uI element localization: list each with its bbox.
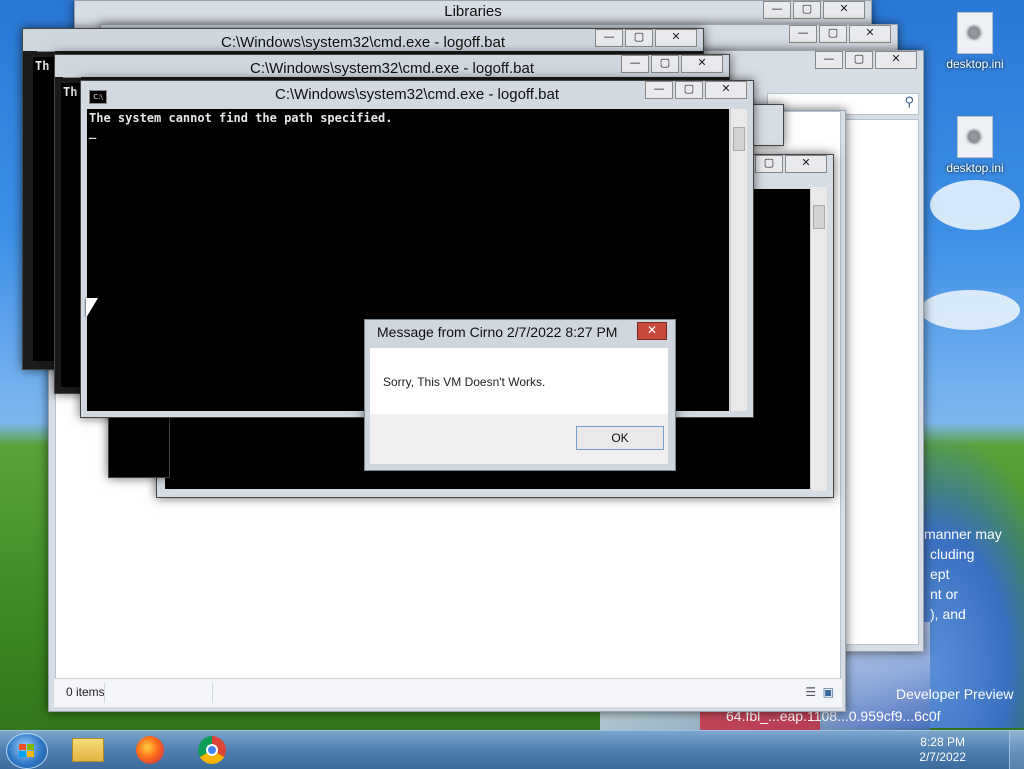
status-divider (104, 683, 105, 703)
close-button[interactable]: ✕ (785, 155, 827, 173)
mouse-pointer-icon (86, 298, 98, 318)
close-button[interactable]: ✕ (681, 55, 723, 73)
taskbar-chrome[interactable] (192, 733, 232, 767)
search-icon: ⚲ (904, 95, 914, 110)
folder-icon (72, 738, 104, 762)
cloud-shape (920, 290, 1020, 330)
maximize-button[interactable]: ▢ (625, 29, 653, 47)
windows-logo-icon (19, 744, 35, 758)
window-controls: — ▢ ✕ (789, 25, 891, 45)
desktop-icon-ini[interactable]: desktop.ini (940, 116, 1010, 175)
details-view-icon[interactable]: ☰ (805, 685, 816, 699)
scroll-thumb[interactable] (813, 205, 825, 229)
taskbar: 8:28 PM 2/7/2022 (0, 730, 1024, 769)
preview-view-icon[interactable]: ▣ (823, 685, 834, 699)
dialog-message: Sorry, This VM Doesn't Works. (383, 375, 546, 389)
window-controls: ▢ ✕ (755, 155, 827, 175)
taskbar-firefox[interactable] (130, 733, 170, 767)
maximize-button[interactable]: ▢ (793, 1, 821, 19)
maximize-button[interactable]: ▢ (675, 81, 703, 99)
close-button[interactable]: ✕ (823, 1, 865, 19)
console-line: The system cannot find the path specifie… (89, 111, 393, 125)
watermark-line: cluding (930, 546, 975, 562)
window-controls: — ▢ ✕ (763, 1, 865, 21)
item-count: 0 items (66, 685, 105, 699)
minimize-button[interactable]: — (789, 25, 817, 43)
status-divider (212, 683, 213, 703)
window-controls: — ▢ ✕ (815, 51, 917, 71)
scroll-thumb[interactable] (733, 127, 745, 151)
settings-file-icon (957, 12, 993, 54)
maximize-button[interactable]: ▢ (755, 155, 783, 173)
watermark-build-line: Developer Preview (896, 686, 1014, 702)
desktop-icon-label: desktop.ini (946, 57, 1004, 71)
cloud-shape (930, 180, 1020, 230)
taskbar-file-explorer[interactable] (68, 733, 108, 767)
show-desktop-button[interactable] (1009, 731, 1024, 769)
window-controls: — ▢ ✕ (645, 81, 747, 101)
dialog-close-button[interactable]: ✕ (637, 322, 667, 340)
ok-button[interactable]: OK (576, 426, 664, 450)
clock-date: 2/7/2022 (919, 750, 966, 764)
vertical-scrollbar[interactable] (810, 187, 827, 491)
watermark-line: nt or (930, 586, 959, 602)
watermark-line: manner may (924, 526, 1002, 542)
watermark-line: ept (930, 566, 950, 582)
minimize-button[interactable]: — (763, 1, 791, 19)
maximize-button[interactable]: ▢ (651, 55, 679, 73)
window-controls: — ▢ ✕ (595, 29, 697, 49)
console-window-fragment (108, 410, 170, 478)
settings-file-icon (957, 116, 993, 158)
system-clock[interactable]: 8:28 PM 2/7/2022 (919, 735, 966, 765)
start-button[interactable] (6, 733, 48, 769)
console-cursor: _ (89, 125, 97, 139)
status-bar: 0 items ☰ ▣ (54, 678, 842, 707)
close-button[interactable]: ✕ (705, 81, 747, 99)
dialog-footer: OK (370, 414, 668, 464)
close-button[interactable]: ✕ (655, 29, 697, 47)
maximize-button[interactable]: ▢ (845, 51, 873, 69)
dialog-title: Message from Cirno 2/7/2022 8:27 PM (377, 324, 618, 340)
close-button[interactable]: ✕ (875, 51, 917, 69)
maximize-button[interactable]: ▢ (819, 25, 847, 43)
close-button[interactable]: ✕ (849, 25, 891, 43)
minimize-button[interactable]: — (815, 51, 843, 69)
watermark-line: ), and (930, 606, 966, 622)
message-dialog[interactable]: Message from Cirno 2/7/2022 8:27 PM ✕ So… (364, 319, 676, 471)
minimize-button[interactable]: — (645, 81, 673, 99)
clock-time: 8:28 PM (920, 735, 965, 749)
chrome-icon (198, 736, 226, 764)
minimize-button[interactable]: — (595, 29, 623, 47)
firefox-icon (136, 736, 164, 764)
vertical-scrollbar[interactable] (730, 109, 747, 411)
desktop-icon-ini[interactable]: desktop.ini (940, 12, 1010, 71)
window-controls: — ▢ ✕ (621, 55, 723, 75)
desktop-icon-label: desktop.ini (946, 161, 1004, 175)
minimize-button[interactable]: — (621, 55, 649, 73)
dialog-body: Sorry, This VM Doesn't Works. (370, 348, 668, 414)
